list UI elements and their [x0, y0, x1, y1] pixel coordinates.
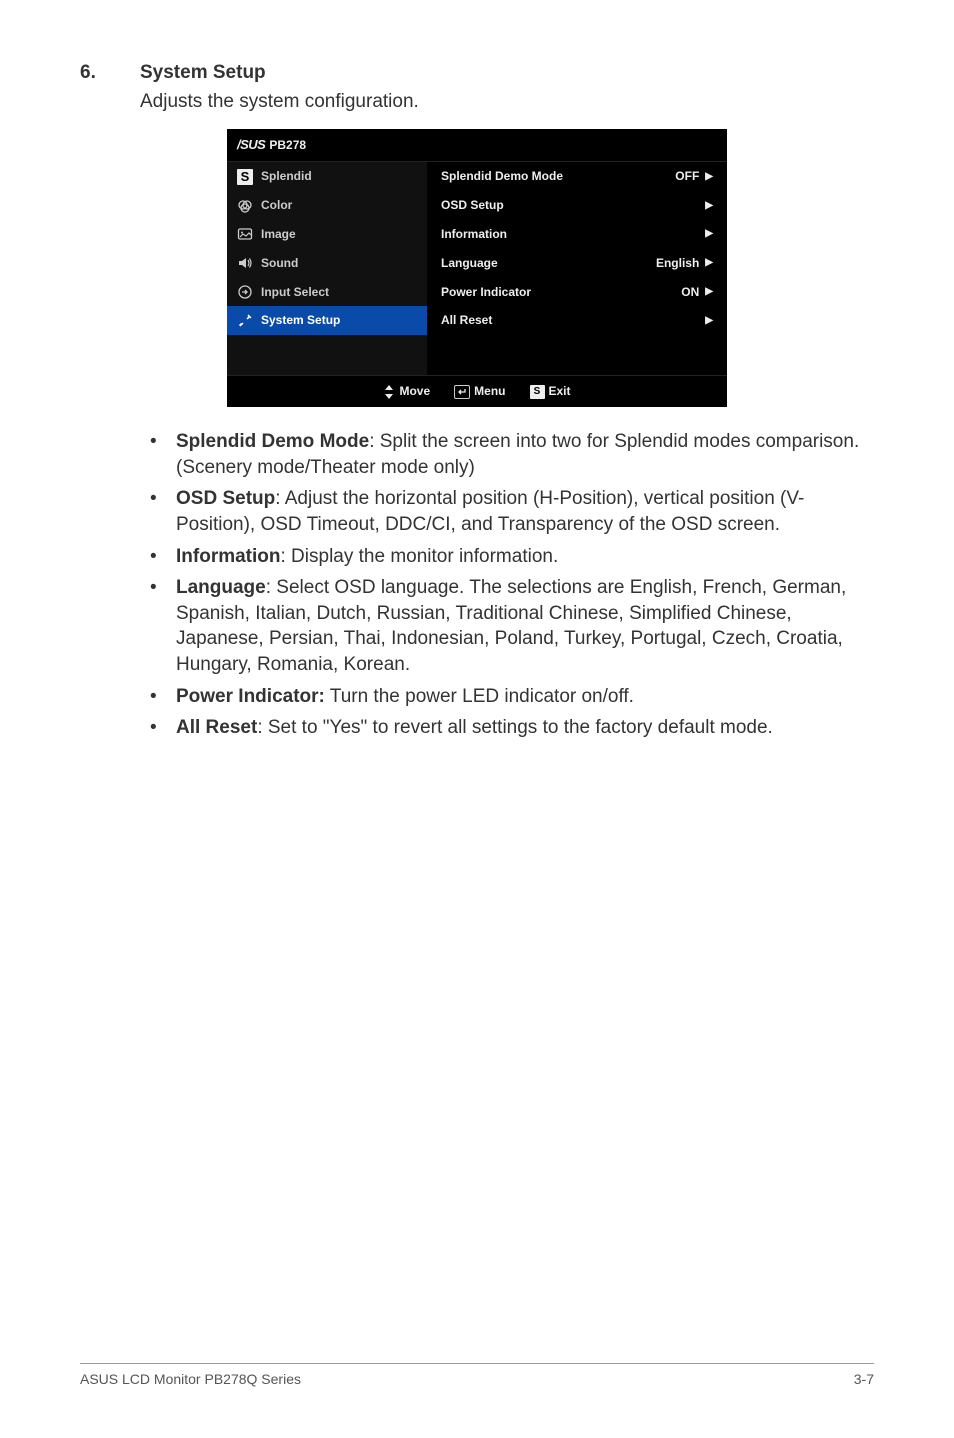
sound-icon: [237, 255, 253, 271]
bullet-term: Language: [176, 577, 266, 598]
osd-row-value: English: [656, 255, 699, 272]
list-item: All Reset: Set to "Yes" to revert all se…: [140, 715, 864, 741]
osd-content: Splendid Demo Mode OFF ▶ OSD Setup ▶ Info…: [427, 162, 727, 375]
chevron-right-icon: ▶: [705, 256, 713, 270]
system-setup-icon: [237, 313, 253, 329]
image-icon: [237, 226, 253, 242]
osd-row-power-indicator[interactable]: Power Indicator ON ▶: [427, 278, 727, 307]
bullet-text: Turn the power LED indicator on/off.: [325, 686, 634, 707]
osd-hint-exit: S Exit: [530, 383, 571, 400]
bullet-term: OSD Setup: [176, 488, 275, 509]
splendid-icon: S: [237, 169, 253, 185]
bullet-term: Information: [176, 546, 281, 567]
sidebar-item-splendid[interactable]: S Splendid: [227, 162, 427, 191]
asus-logo: /SUS: [237, 136, 265, 154]
osd-row-all-reset[interactable]: All Reset ▶: [427, 306, 727, 335]
osd-row-information[interactable]: Information ▶: [427, 220, 727, 249]
sidebar-item-label: Sound: [261, 255, 298, 272]
sidebar-item-label: Color: [261, 197, 292, 214]
osd-hint-label: Move: [399, 383, 430, 400]
osd-row-label: OSD Setup: [441, 197, 504, 214]
sidebar-item-image[interactable]: Image: [227, 220, 427, 249]
input-select-icon: [237, 284, 253, 300]
sidebar-item-sound[interactable]: Sound: [227, 249, 427, 278]
footer-right: 3-7: [854, 1370, 874, 1390]
page-footer: ASUS LCD Monitor PB278Q Series 3-7: [80, 1363, 874, 1390]
section-title: System Setup: [140, 60, 266, 87]
updown-icon: [383, 384, 395, 400]
osd-hint-menu: Menu: [454, 383, 505, 400]
chevron-right-icon: ▶: [705, 227, 713, 241]
list-item: Language: Select OSD language. The selec…: [140, 575, 864, 678]
osd-row-language[interactable]: Language English ▶: [427, 249, 727, 278]
osd-footer: Move Menu S Exit: [227, 375, 727, 407]
list-item: Splendid Demo Mode: Split the screen int…: [140, 429, 864, 480]
osd-menu: /SUS PB278 S Splendid Color: [227, 129, 727, 407]
sidebar-item-label: Splendid: [261, 168, 312, 185]
list-item: OSD Setup: Adjust the horizontal positio…: [140, 486, 864, 537]
chevron-right-icon: ▶: [705, 285, 713, 299]
osd-hint-move: Move: [383, 383, 430, 400]
bullet-term: Power Indicator:: [176, 686, 325, 707]
osd-row-label: All Reset: [441, 312, 492, 329]
body-bullet-list: Splendid Demo Mode: Split the screen int…: [140, 429, 864, 741]
osd-model: PB278: [269, 137, 306, 154]
osd-row-label: Power Indicator: [441, 284, 531, 301]
chevron-right-icon: ▶: [705, 170, 713, 184]
osd-row-label: Splendid Demo Mode: [441, 168, 563, 185]
bullet-text: : Display the monitor information.: [281, 546, 559, 567]
osd-row-osd-setup[interactable]: OSD Setup ▶: [427, 191, 727, 220]
osd-row-label: Language: [441, 255, 498, 272]
list-item: Power Indicator: Turn the power LED indi…: [140, 684, 864, 710]
sidebar-item-system-setup[interactable]: System Setup: [227, 306, 427, 335]
osd-row-value: OFF: [675, 168, 699, 185]
s-key-icon: S: [530, 385, 545, 399]
color-icon: [237, 198, 253, 214]
bullet-text: : Select OSD language. The selections ar…: [176, 577, 846, 675]
chevron-right-icon: ▶: [705, 314, 713, 328]
bullet-text: : Set to "Yes" to revert all settings to…: [257, 717, 773, 738]
osd-hint-label: Menu: [474, 383, 505, 400]
sidebar-item-label: Input Select: [261, 284, 329, 301]
section-heading: 6. System Setup: [80, 60, 874, 87]
section-number: 6.: [80, 60, 140, 87]
osd-header: /SUS PB278: [227, 129, 727, 162]
bullet-term: All Reset: [176, 717, 257, 738]
footer-left: ASUS LCD Monitor PB278Q Series: [80, 1370, 301, 1390]
bullet-term: Splendid Demo Mode: [176, 431, 369, 452]
sidebar-item-label: Image: [261, 226, 296, 243]
osd-hint-label: Exit: [549, 383, 571, 400]
section-subtitle: Adjusts the system configuration.: [140, 89, 874, 116]
osd-sidebar: S Splendid Color Image: [227, 162, 427, 375]
osd-row-value: ON: [681, 284, 699, 301]
sidebar-item-label: System Setup: [261, 312, 340, 329]
chevron-right-icon: ▶: [705, 199, 713, 213]
enter-icon: [454, 385, 470, 399]
list-item: Information: Display the monitor informa…: [140, 544, 864, 570]
sidebar-item-color[interactable]: Color: [227, 191, 427, 220]
osd-row-splendid-demo[interactable]: Splendid Demo Mode OFF ▶: [427, 162, 727, 191]
sidebar-item-input-select[interactable]: Input Select: [227, 278, 427, 307]
osd-row-label: Information: [441, 226, 507, 243]
